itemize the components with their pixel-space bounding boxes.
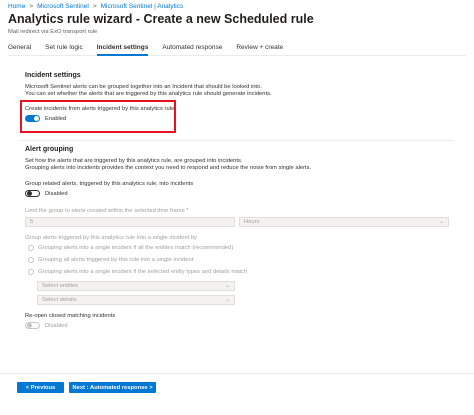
radio-label: Grouping alerts into a single incident i… [38,245,234,251]
incident-settings-title: Incident settings [25,72,81,79]
chevron-down-icon: ⌄ [225,297,230,303]
breadcrumb-separator: > [92,3,97,10]
limit-unit-value: Hours [244,219,260,225]
section-divider [20,140,454,141]
breadcrumb-separator: > [29,3,34,10]
radio-circle-icon[interactable] [28,269,34,275]
toggle-switch[interactable] [25,190,40,197]
breadcrumb-sentinel[interactable]: Microsoft Sentinel [37,3,89,10]
alert-grouping-title: Alert grouping [25,146,74,153]
chevron-down-icon: ⌄ [439,219,444,225]
tab-general[interactable]: General [8,40,31,55]
group-alerts-label: Group related alerts, triggered by this … [25,181,194,187]
tab-set-rule-logic[interactable]: Set rule logic [45,40,83,55]
tab-incident-settings[interactable]: Incident settings [96,40,148,56]
tab-review-create[interactable]: Review + create [236,40,283,55]
page-subtitle: Mail redirect via ExO transport rule [8,29,98,35]
highlight-annotation [20,100,176,133]
reopen-incidents-state: Disabled [45,322,68,329]
select-entities-placeholder: Select entities [42,283,79,289]
alert-grouping-desc-2: Grouping alerts into incidents provides … [25,165,312,171]
limit-unit-select[interactable]: Hours ⌄ [239,217,449,227]
reopen-incidents-label: Re-open closed matching incidents [25,313,116,319]
tab-automated-response[interactable]: Automated response [162,40,222,55]
grouping-method-label: Group alerts triggered by this analytics… [25,235,198,241]
breadcrumb-analytics[interactable]: Microsoft Sentinel | Analytics [101,3,184,10]
wizard-tabs: General Set rule logic Incident settings… [8,40,466,56]
select-details-placeholder: Select details [42,297,77,303]
select-details-dropdown[interactable]: Select details ⌄ [37,295,235,305]
radio-all-entities-match[interactable]: Grouping alerts into a single incident i… [28,245,233,251]
group-alerts-toggle[interactable]: Disabled [25,190,68,197]
footer-divider [0,373,474,374]
chevron-down-icon: ⌄ [225,283,230,289]
toggle-switch[interactable] [25,322,40,329]
radio-circle-icon[interactable] [28,257,34,263]
previous-button[interactable]: < Previous [17,382,64,393]
breadcrumb: Home > Microsoft Sentinel > Microsoft Se… [8,3,183,10]
radio-circle-icon[interactable] [28,245,34,251]
limit-value-input[interactable]: 5 [25,217,235,227]
group-alerts-state: Disabled [45,190,68,197]
page-title: Analytics rule wizard - Create a new Sch… [8,12,314,26]
incident-settings-desc-2: You can set whether the alerts that are … [25,91,272,97]
radio-label: Grouping all alerts triggered by this ru… [38,257,194,263]
limit-group-label: Limit the group to alerts created within… [25,208,189,214]
radio-all-alerts[interactable]: Grouping all alerts triggered by this ru… [28,257,193,263]
breadcrumb-home[interactable]: Home [8,3,25,10]
select-entities-dropdown[interactable]: Select entities ⌄ [37,281,235,291]
radio-label: Grouping alerts into a single incident i… [38,269,248,275]
reopen-incidents-toggle[interactable]: Disabled [25,322,68,329]
next-automated-response-button[interactable]: Next : Automated response > [69,382,156,393]
radio-selected-entities[interactable]: Grouping alerts into a single incident i… [28,269,247,275]
